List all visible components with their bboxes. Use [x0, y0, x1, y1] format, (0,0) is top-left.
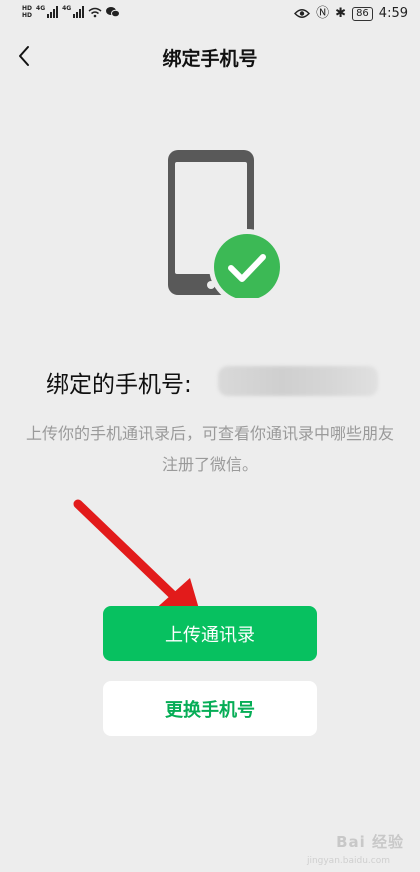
hd-badge-2: HD [22, 12, 33, 19]
upload-hint-text: 上传你的手机通讯录后，可查看你通讯录中哪些朋友注册了微信。 [25, 424, 394, 474]
phone-bound-illustration [168, 150, 285, 298]
wechat-icon [106, 7, 121, 18]
status-left: HD HD 4G 4G [22, 5, 121, 19]
upload-contacts-button[interactable]: 上传通讯录 [103, 606, 317, 661]
navigation-bar: 绑定手机号 [0, 30, 420, 82]
blurred-phone-number [218, 366, 378, 396]
status-bar: HD HD 4G 4G Ⓝ ✱ 86 4:59 [0, 0, 420, 30]
bound-phone-row: 绑定的手机号: [46, 366, 192, 398]
hd-badges: HD HD [22, 5, 32, 19]
bound-phone-label: 绑定的手机号: [46, 372, 192, 398]
network-type-1: 4G [36, 5, 46, 12]
page-title: 绑定手机号 [162, 48, 258, 70]
hd-badge-1: HD [22, 5, 33, 12]
bluetooth-icon: ✱ [335, 5, 347, 21]
signal-icon [73, 6, 85, 18]
baidu-watermark-url: jingyan.baidu.com [306, 856, 390, 866]
change-phone-button[interactable]: 更换手机号 [103, 681, 317, 736]
wifi-icon [88, 7, 102, 17]
status-time: 4:59 [378, 6, 408, 21]
baidu-watermark: Bai 经验 [336, 833, 404, 851]
eye-icon [294, 9, 311, 18]
network-type-2: 4G [62, 5, 72, 12]
battery-indicator: 86 [352, 6, 373, 21]
nfc-icon: Ⓝ [316, 5, 330, 21]
status-right: Ⓝ ✱ 86 4:59 [294, 6, 408, 21]
signal-icon [47, 6, 59, 18]
